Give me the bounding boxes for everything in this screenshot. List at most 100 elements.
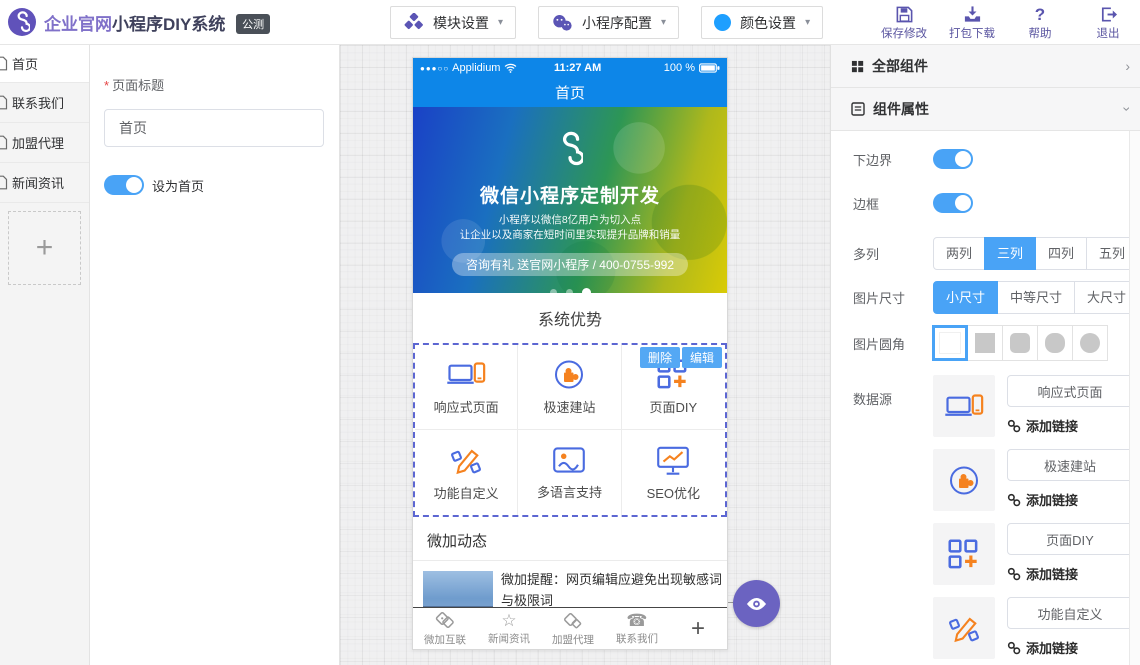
page-item-label: 首页	[12, 54, 38, 73]
advantages-section-title[interactable]: 系统优势	[413, 293, 727, 343]
add-tab-button[interactable]: +	[669, 608, 727, 650]
seo-monitor-icon	[654, 444, 692, 477]
eye-icon	[745, 596, 768, 612]
plus-icon: +	[36, 231, 54, 265]
chevron-right-icon: ›	[1125, 58, 1130, 74]
sidebar-item-home[interactable]: 首页	[0, 45, 89, 83]
border-toggle[interactable]	[933, 193, 973, 213]
add-link-button[interactable]: 添加链接	[1007, 564, 1133, 583]
radius-option-square[interactable]	[967, 325, 1003, 361]
sidebar-item-agency[interactable]: 加盟代理	[0, 123, 89, 163]
grid-item-seo[interactable]: SEO优化	[622, 430, 725, 515]
grid-item-custom-function[interactable]: 功能自定义	[415, 430, 518, 515]
multi-language-icon	[550, 444, 588, 476]
app-root: 企业官网小程序DIY系统 公测 模块设置 ▾ 小程序配置 ▾ 颜色设置 ▾	[0, 0, 1140, 665]
sidebar-item-contact[interactable]: 联系我们	[0, 83, 89, 123]
image-size-segmented-control: 小尺寸 中等尺寸 大尺寸	[933, 281, 1139, 314]
columns-option-3[interactable]: 三列	[984, 237, 1036, 270]
add-link-button[interactable]: 添加链接	[1007, 490, 1133, 509]
package-download-button[interactable]: 打包下载	[946, 5, 998, 41]
add-link-button[interactable]: 添加链接	[1007, 416, 1133, 435]
color-settings-button[interactable]: 颜色设置 ▾	[701, 6, 823, 39]
add-page-button[interactable]: +	[8, 211, 81, 285]
inspector-scrollbar[interactable]	[1129, 131, 1140, 665]
preview-eye-button[interactable]	[733, 580, 780, 627]
datasource-item-custom-function: 添加链接	[933, 597, 1133, 659]
chain-link-icon	[1007, 419, 1021, 433]
all-components-header[interactable]: 全部组件 ›	[831, 45, 1140, 88]
phone-tab-bar: 微加互联 ☆ 新闻资讯 加盟代理 ☎ 联系我们 +	[413, 607, 727, 650]
editor-canvas: ●●●○○ Applidium 11:27 AM 100 % 首页 微信小程序定…	[340, 45, 830, 665]
clock-label: 11:27 AM	[491, 62, 663, 74]
question-mark-icon: ?	[1035, 5, 1045, 24]
image-radius-options	[933, 325, 1108, 361]
radius-option-rounded[interactable]	[1002, 325, 1038, 361]
phone-nav-bar: 首页	[413, 78, 727, 107]
page-title-label: *页面标题	[104, 75, 323, 95]
module-settings-button[interactable]: 模块设置 ▾	[390, 6, 516, 39]
datasource-name-input[interactable]	[1007, 597, 1133, 629]
save-button[interactable]: 保存修改	[878, 5, 930, 41]
s-logo-icon	[557, 131, 583, 167]
radius-option-none[interactable]	[932, 325, 968, 361]
app-title-secondary: 小程序DIY系统	[112, 15, 225, 34]
add-link-button[interactable]: 添加链接	[1007, 638, 1133, 657]
tab-weijia[interactable]: 微加互联	[413, 608, 477, 650]
bottom-border-row: 下边界	[853, 149, 1140, 169]
help-button[interactable]: ? 帮助	[1014, 5, 1066, 41]
columns-option-2[interactable]: 两列	[933, 237, 985, 270]
grid-item-speed-build[interactable]: 极速建站	[518, 345, 621, 430]
datasource-list: 添加链接 添加链接	[933, 375, 1133, 665]
datasource-name-input[interactable]	[1007, 523, 1133, 555]
document-icon	[0, 135, 8, 150]
save-label: 保存修改	[881, 25, 927, 41]
datasource-block: 数据源 添加链接	[853, 375, 1140, 665]
edit-widget-button[interactable]: 编辑	[682, 347, 722, 368]
phone-icon: ☎	[626, 612, 647, 630]
banner-widget[interactable]: 微信小程序定制开发 小程序以微信8亿用户为切入点 让企业以及商家在短时间里实现提…	[413, 107, 727, 293]
datasource-name-input[interactable]	[1007, 375, 1133, 407]
speed-build-icon	[933, 449, 995, 511]
sidebar-item-news[interactable]: 新闻资讯	[0, 163, 89, 203]
laptop-phone-icon	[446, 358, 486, 391]
grid-squares-icon	[851, 60, 864, 73]
radius-option-rounder[interactable]	[1037, 325, 1073, 361]
banner-title: 微信小程序定制开发	[480, 181, 660, 208]
tab-news[interactable]: ☆ 新闻资讯	[477, 608, 541, 650]
document-icon	[0, 56, 8, 71]
app-logo	[8, 8, 36, 36]
color-swatch-icon	[714, 14, 731, 31]
chevron-down-icon: ›	[1120, 107, 1136, 112]
size-option-medium[interactable]: 中等尺寸	[997, 281, 1075, 314]
selected-grid-widget[interactable]: 删除 编辑 响应式页面 极速建站 页面DIY	[413, 343, 727, 517]
caret-down-icon: ▾	[498, 17, 503, 28]
grid-item-responsive[interactable]: 响应式页面	[415, 345, 518, 430]
set-home-toggle[interactable]	[104, 175, 144, 195]
set-home-row: 设为首页	[104, 175, 323, 195]
radius-option-circle[interactable]	[1072, 325, 1108, 361]
tags-icon	[434, 612, 456, 631]
laptop-phone-icon	[933, 375, 995, 437]
miniprogram-config-button[interactable]: 小程序配置 ▾	[538, 6, 679, 39]
tab-contact[interactable]: ☎ 联系我们	[605, 608, 669, 650]
component-props-header[interactable]: 组件属性 ›	[831, 88, 1140, 131]
news-item[interactable]: 网站编辑 微加提醒：网页编辑应避免出现敏感词与极限词	[413, 561, 727, 607]
inspector-content: 下边界 边框 多列 两列 三列 四列 五列 图片尺寸 小尺寸	[831, 131, 1140, 665]
header-menus: 模块设置 ▾ 小程序配置 ▾ 颜色设置 ▾	[390, 6, 823, 39]
cubes-icon	[403, 13, 424, 32]
size-option-small[interactable]: 小尺寸	[933, 281, 998, 314]
grid-item-multi-language[interactable]: 多语言支持	[518, 430, 621, 515]
news-section-title[interactable]: 微加动态	[413, 517, 727, 561]
exit-button[interactable]: 退出	[1082, 5, 1134, 41]
page-item-label: 新闻资讯	[12, 173, 64, 192]
required-asterisk: *	[104, 78, 109, 93]
tab-agency[interactable]: 加盟代理	[541, 608, 605, 650]
bottom-border-toggle[interactable]	[933, 149, 973, 169]
chain-link-icon	[1007, 567, 1021, 581]
datasource-name-input[interactable]	[1007, 449, 1133, 481]
delete-widget-button[interactable]: 删除	[640, 347, 680, 368]
columns-option-4[interactable]: 四列	[1035, 237, 1087, 270]
download-label: 打包下载	[949, 25, 995, 41]
page-title-input[interactable]	[104, 109, 324, 147]
header-actions: 保存修改 打包下载 ? 帮助 退出	[878, 5, 1134, 41]
